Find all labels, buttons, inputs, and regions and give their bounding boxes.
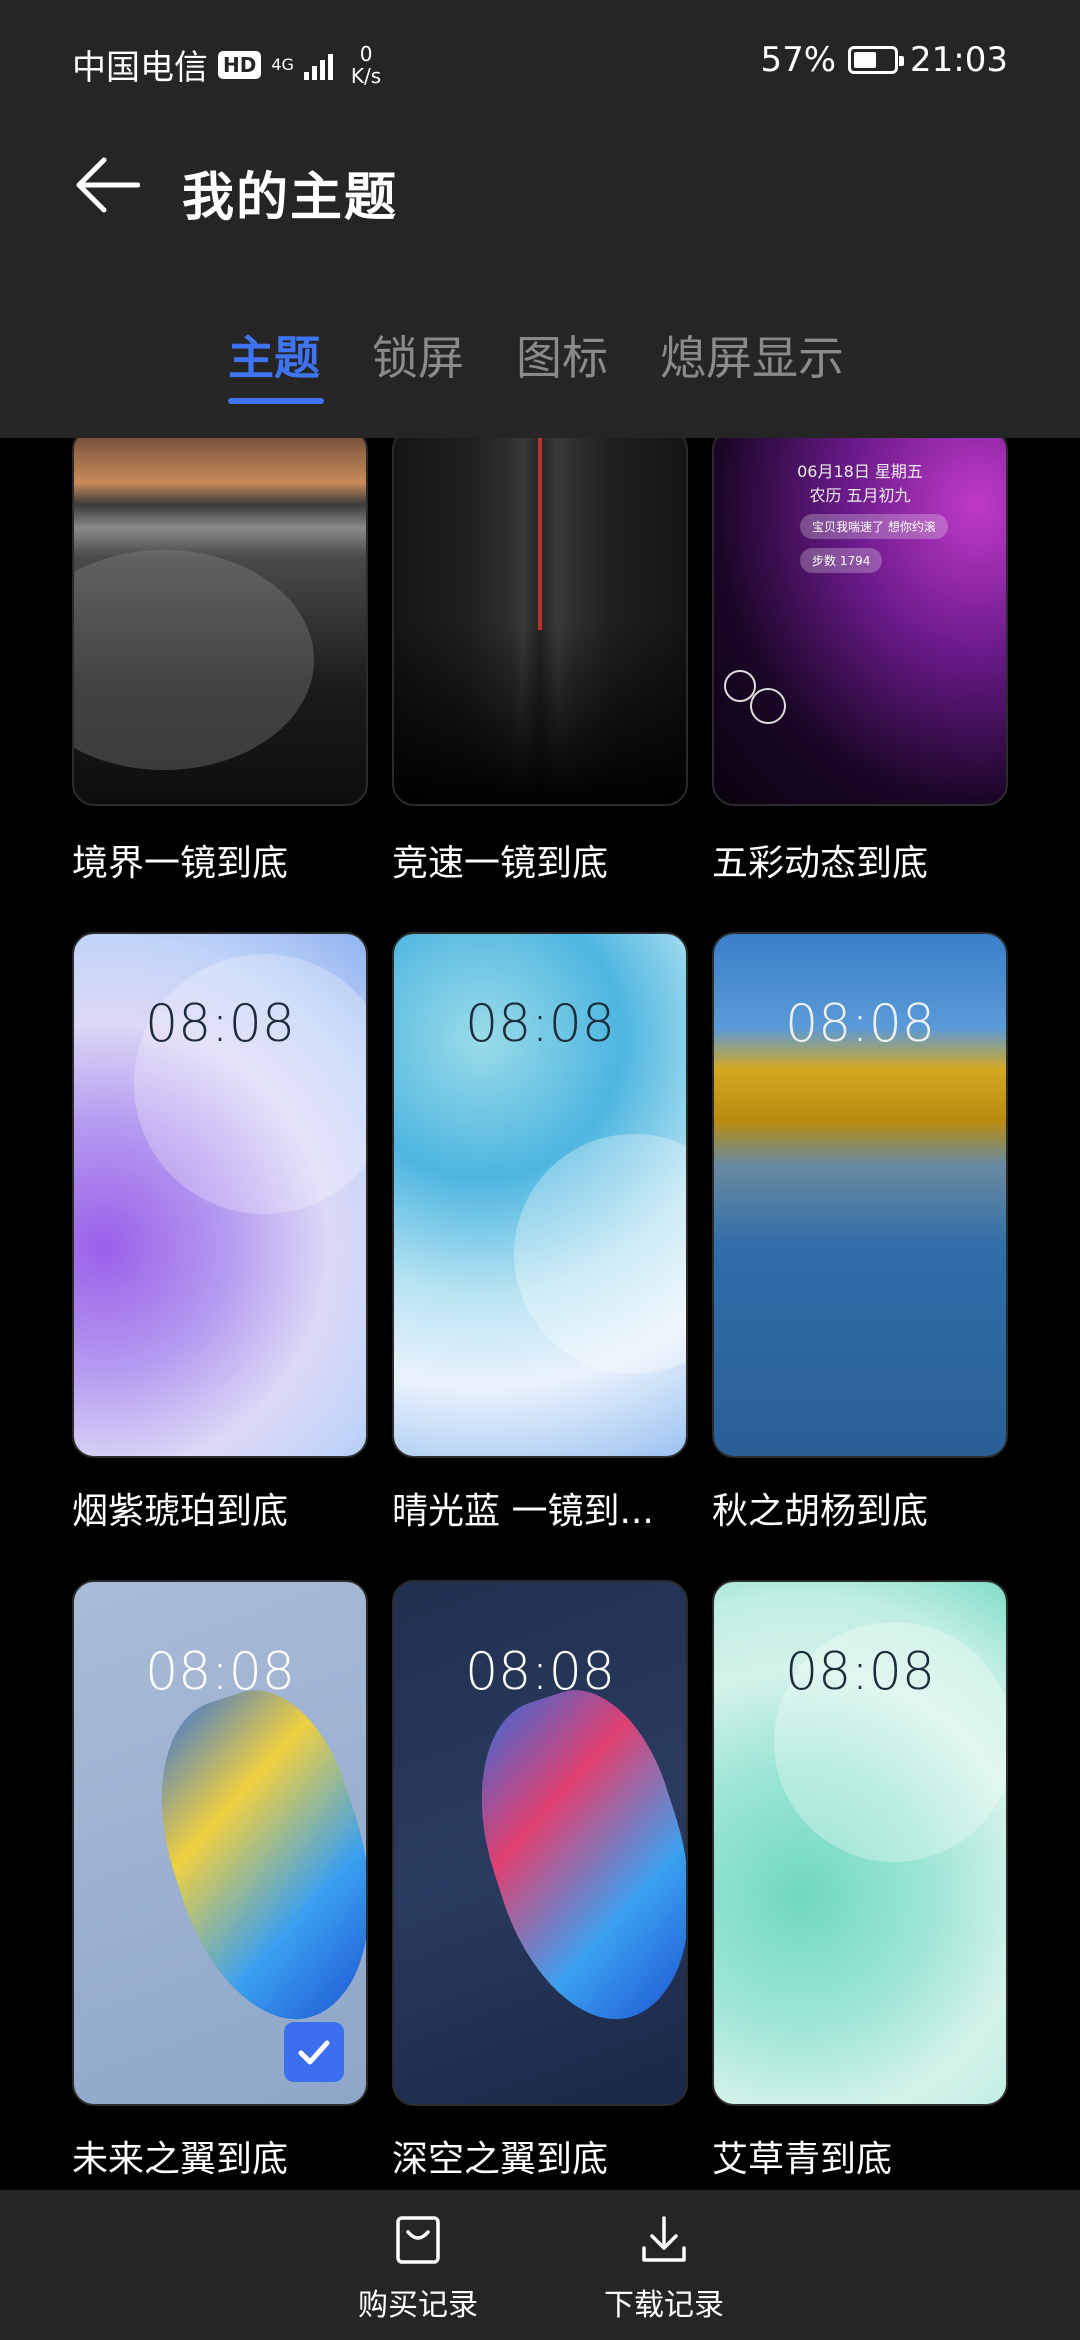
tab-themes[interactable]: 主题 — [228, 322, 320, 388]
tab-bar: 主题 锁屏 图标 熄屏显示 — [0, 322, 1080, 412]
theme-name: 五彩动态到底 — [712, 843, 929, 884]
active-tab-indicator — [228, 398, 324, 404]
lockscreen-clock: 08:08 — [145, 994, 295, 1054]
theme-name: 深空之翼到底 — [392, 2139, 609, 2180]
tab-icons[interactable]: 图标 — [516, 322, 608, 388]
theme-name: 未来之翼到底 — [72, 2139, 289, 2180]
purchase-history-label: 购买记录 — [358, 2288, 478, 2323]
battery-icon — [848, 46, 905, 74]
top-header: 中国电信 HD 4G 0 K/s 57% 21:03 我的主题 主题 锁屏 图标… — [0, 0, 1080, 438]
theme-name: 竞速一镜到底 — [392, 843, 609, 884]
download-history-button[interactable]: 下载记录 — [604, 2214, 724, 2324]
preview-bubble: 步数 1794 — [800, 548, 883, 573]
tab-lockscreen[interactable]: 锁屏 — [372, 322, 464, 388]
arrow-left-icon[interactable] — [74, 152, 140, 218]
lockscreen-clock: 08:08 — [465, 1642, 615, 1702]
lockscreen-clock: 08:08 — [145, 1642, 295, 1702]
network-type: 4G — [271, 54, 294, 74]
theme-name: 晴光蓝 一镜到... — [392, 1491, 654, 1532]
lockscreen-clock: 08:08 — [785, 1642, 935, 1702]
selected-check-icon — [284, 2022, 344, 2082]
signal-icon — [303, 50, 333, 80]
network-speed: 0 K/s — [350, 41, 382, 88]
tab-always-on-display[interactable]: 熄屏显示 — [660, 322, 844, 388]
theme-name: 艾草青到底 — [712, 2139, 893, 2180]
download-history-label: 下载记录 — [604, 2288, 724, 2323]
theme-name: 烟紫琥珀到底 — [72, 1491, 289, 1532]
preview-date: 06月18日 星期五 — [797, 462, 923, 481]
lockscreen-clock: 08:08 — [785, 994, 935, 1054]
hd-badge: HD — [218, 50, 262, 79]
theme-name: 秋之胡杨到底 — [712, 1491, 929, 1532]
theme-card[interactable]: 08:08 — [392, 932, 688, 1458]
purchase-history-button[interactable]: 购买记录 — [358, 2214, 478, 2324]
preview-lunar: 农历 五月初九 — [809, 486, 911, 505]
theme-card[interactable]: 08:08 — [72, 932, 368, 1458]
download-icon — [642, 2216, 686, 2262]
theme-card[interactable]: 08:08 — [392, 1580, 688, 2106]
theme-card[interactable]: 08:08 — [712, 1580, 1008, 2106]
theme-grid: 境界一镜到底 竞速一镜到底 06月18日 星期五 农历 五月初九 宝贝我喘速了 … — [0, 438, 1080, 2188]
theme-card theme-card-selected[interactable]: 08:08 — [72, 1580, 368, 2106]
preview-bubble: 宝贝我喘速了 想你约滚 — [800, 514, 948, 539]
theme-card[interactable] — [392, 438, 688, 806]
lockscreen-clock: 08:08 — [465, 994, 615, 1054]
page-title: 我的主题 — [182, 168, 399, 228]
theme-name: 境界一镜到底 — [72, 843, 289, 884]
theme-card[interactable]: 06月18日 星期五 农历 五月初九 宝贝我喘速了 想你约滚 步数 1794 — [712, 438, 1008, 806]
theme-card[interactable] — [72, 438, 368, 806]
battery-percent: 57% — [760, 40, 837, 80]
carrier-name: 中国电信 — [72, 48, 208, 88]
theme-card[interactable]: 08:08 — [712, 932, 1008, 1458]
bottom-action-bar: 购买记录 下载记录 — [0, 2190, 1080, 2340]
clock-time: 21:03 — [910, 40, 1008, 80]
status-bar: 中国电信 HD 4G 0 K/s 57% 21:03 — [0, 0, 1080, 120]
shopping-bag-icon — [396, 2216, 440, 2264]
